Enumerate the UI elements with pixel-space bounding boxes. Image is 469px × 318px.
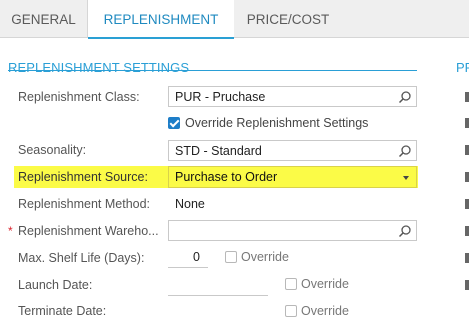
seasonality-field[interactable]: STD - Standard (168, 140, 417, 161)
terminate-date-override-label: Override (301, 304, 349, 318)
seasonality-label: Seasonality: (18, 143, 87, 157)
right-column-edge (465, 226, 469, 236)
replenishment-class-value: PUR - Pruchase (175, 90, 266, 104)
max-shelf-life-input[interactable]: 0 (168, 247, 208, 268)
launch-date-override-checkbox[interactable] (285, 278, 297, 290)
max-shelf-life-override-label: Override (241, 250, 289, 264)
replenishment-class-field[interactable]: PUR - Pruchase (168, 86, 417, 107)
search-icon[interactable] (398, 224, 412, 238)
section-title: REPLENISHMENT SETTINGS (8, 60, 190, 75)
replenishment-method-label: Replenishment Method: (18, 197, 151, 211)
section-divider (8, 70, 417, 71)
chevron-down-icon[interactable] (403, 176, 409, 180)
tab-bar: GENERAL REPLENISHMENT PRICE/COST (0, 0, 469, 39)
right-column-edge (465, 199, 469, 209)
launch-date-input[interactable] (168, 276, 268, 296)
max-shelf-life-override-checkbox[interactable] (225, 251, 237, 263)
right-column-edge (465, 118, 469, 128)
right-section-title: PR (456, 60, 469, 75)
override-replenishment-label: Override Replenishment Settings (185, 116, 369, 130)
tab-replenishment[interactable]: REPLENISHMENT (88, 0, 234, 39)
terminate-date-label: Terminate Date: (18, 304, 107, 318)
search-icon[interactable] (398, 144, 412, 158)
replenishment-source-value: Purchase to Order (175, 170, 278, 184)
max-shelf-life-value: 0 (193, 250, 200, 264)
launch-date-override-label: Override (301, 277, 349, 291)
replenishment-source-dropdown[interactable]: Purchase to Order (168, 166, 417, 188)
tab-general[interactable]: GENERAL (0, 0, 88, 38)
tab-price-cost[interactable]: PRICE/COST (234, 0, 342, 38)
right-column-edge (465, 145, 469, 155)
replenishment-method-value: None (175, 197, 205, 211)
right-column-edge (465, 172, 469, 182)
right-column-edge (465, 92, 469, 102)
replenishment-warehouse-field[interactable] (168, 220, 417, 241)
right-column-edge (465, 280, 469, 290)
search-icon[interactable] (398, 90, 412, 104)
seasonality-value: STD - Standard (175, 144, 262, 158)
terminate-date-override-checkbox[interactable] (285, 305, 297, 317)
launch-date-label: Launch Date: (18, 278, 93, 292)
replenishment-class-label: Replenishment Class: (18, 90, 140, 104)
replenishment-source-label: Replenishment Source: (18, 170, 148, 184)
override-replenishment-checkbox[interactable] (168, 117, 180, 129)
max-shelf-life-label: Max. Shelf Life (Days): (18, 251, 145, 265)
replenishment-warehouse-label: Replenishment Wareho... (18, 224, 159, 238)
right-column-edge (465, 253, 469, 263)
required-asterisk: * (8, 224, 13, 238)
